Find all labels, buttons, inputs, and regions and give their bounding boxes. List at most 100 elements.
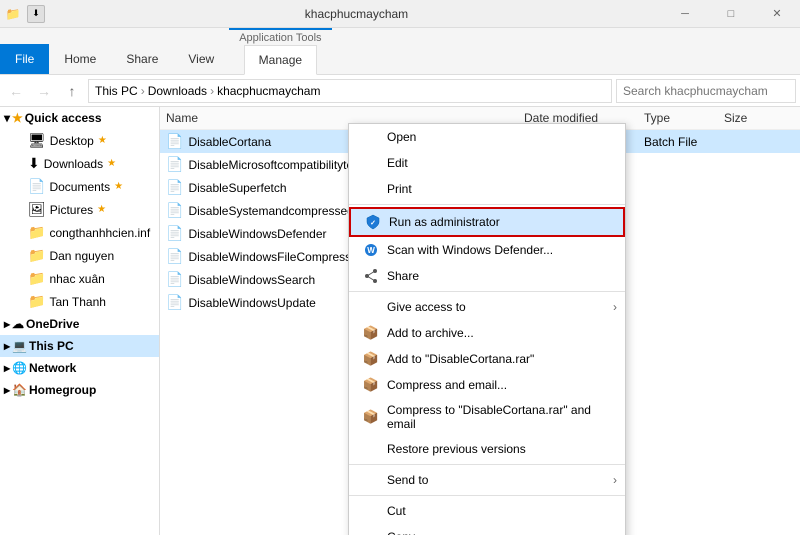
file-name: DisableSuperfetch bbox=[188, 181, 286, 195]
documents-folder-icon: 📄 bbox=[28, 178, 45, 195]
window-title: khacphucmaycham bbox=[51, 7, 662, 21]
quick-access-label: Quick access bbox=[25, 111, 102, 125]
cm-sep-3 bbox=[349, 464, 625, 465]
cm-compress-email[interactable]: 📦 Compress and email... bbox=[349, 372, 625, 398]
cm-share-label: Share bbox=[387, 269, 611, 283]
compress-icon: 📦 bbox=[363, 377, 379, 393]
defender-icon: W bbox=[363, 242, 379, 258]
homegroup-arrow: ▸ bbox=[4, 383, 10, 397]
cm-give-access[interactable]: Give access to › bbox=[349, 294, 625, 320]
sidebar-quick-access[interactable]: ▾ ★ Quick access bbox=[0, 107, 159, 129]
cm-restore-versions[interactable]: Restore previous versions bbox=[349, 436, 625, 462]
copy-icon bbox=[363, 529, 379, 535]
maximize-button[interactable]: □ bbox=[708, 0, 754, 28]
archive-icon: 📦 bbox=[363, 325, 379, 341]
sidebar-item-desktop[interactable]: 🖥 Desktop ★ bbox=[22, 129, 159, 152]
tab-share[interactable]: Share bbox=[111, 44, 173, 74]
print-icon bbox=[363, 181, 379, 197]
onedrive-arrow: ▸ bbox=[4, 317, 10, 331]
sidebar-item-documents[interactable]: 📄 Documents ★ bbox=[22, 175, 159, 198]
sidebar-item-tanthanh[interactable]: 📁 Tan Thanh bbox=[22, 290, 159, 313]
close-button[interactable]: ✕ bbox=[754, 0, 800, 28]
folder-app-icon: 📁 bbox=[6, 7, 20, 21]
cm-edit[interactable]: Edit bbox=[349, 150, 625, 176]
file-name: DisableCortana bbox=[188, 135, 271, 149]
pictures-star: ★ bbox=[97, 204, 106, 215]
tab-view[interactable]: View bbox=[173, 44, 229, 74]
file-type: Batch File bbox=[644, 135, 724, 149]
cm-run-as-admin[interactable]: ✓ Run as administrator bbox=[349, 207, 625, 237]
sidebar: ▾ ★ Quick access 🖥 Desktop ★ ⬇ Downloads… bbox=[0, 107, 160, 535]
cm-cut-label: Cut bbox=[387, 504, 611, 518]
file-icon: 📄 bbox=[166, 294, 183, 311]
cm-print[interactable]: Print bbox=[349, 176, 625, 202]
cm-compress-rar-email[interactable]: 📦 Compress to "DisableCortana.rar" and e… bbox=[349, 398, 625, 436]
sidebar-onedrive-label: OneDrive bbox=[26, 317, 79, 331]
search-input[interactable] bbox=[616, 79, 796, 103]
cm-send-to[interactable]: Send to › bbox=[349, 467, 625, 493]
file-icon: 📄 bbox=[166, 156, 183, 173]
cm-admin-label: Run as administrator bbox=[389, 215, 609, 229]
sidebar-dannguyen-label: Dan nguyen bbox=[49, 249, 114, 263]
cm-edit-label: Edit bbox=[387, 156, 611, 170]
file-name: DisableWindowsDefender bbox=[188, 227, 326, 241]
cm-copy[interactable]: Copy bbox=[349, 524, 625, 535]
cm-sep-2 bbox=[349, 291, 625, 292]
cm-cut[interactable]: Cut bbox=[349, 498, 625, 524]
sidebar-item-dannguyen[interactable]: 📁 Dan nguyen bbox=[22, 244, 159, 267]
sidebar-network-label: Network bbox=[29, 361, 76, 375]
sidebar-homegroup[interactable]: ▸ 🏠 Homegroup bbox=[0, 379, 159, 401]
send-to-arrow: › bbox=[613, 473, 617, 487]
file-icon: 📄 bbox=[166, 133, 183, 150]
file-name: DisableWindowsUpdate bbox=[188, 296, 315, 310]
cut-icon bbox=[363, 503, 379, 519]
sidebar-item-nhacxuan[interactable]: 📁 nhac xuân bbox=[22, 267, 159, 290]
cm-copy-label: Copy bbox=[387, 530, 611, 535]
main-area: ▾ ★ Quick access 🖥 Desktop ★ ⬇ Downloads… bbox=[0, 107, 800, 535]
tab-home[interactable]: Home bbox=[49, 44, 111, 74]
tab-file[interactable]: File bbox=[0, 44, 49, 74]
sidebar-item-downloads[interactable]: ⬇ Downloads ★ bbox=[22, 152, 159, 175]
col-type[interactable]: Type bbox=[644, 111, 724, 125]
back-button[interactable]: ← bbox=[4, 79, 28, 103]
sidebar-tanthanh-label: Tan Thanh bbox=[49, 295, 106, 309]
address-path[interactable]: This PC › Downloads › khacphucmaycham bbox=[88, 79, 612, 103]
give-access-arrow: › bbox=[613, 300, 617, 314]
sidebar-network[interactable]: ▸ 🌐 Network bbox=[0, 357, 159, 379]
cm-scan-defender[interactable]: W Scan with Windows Defender... bbox=[349, 237, 625, 263]
cm-send-to-label: Send to bbox=[387, 473, 611, 487]
cm-add-rar-label: Add to "DisableCortana.rar" bbox=[387, 352, 611, 366]
sidebar-thispc[interactable]: ▸ 💻 This PC bbox=[0, 335, 159, 357]
nhacxuan-folder-icon: 📁 bbox=[28, 270, 45, 287]
network-icon: 🌐 bbox=[12, 361, 27, 375]
sidebar-item-pictures[interactable]: 🖼 Pictures ★ bbox=[22, 198, 159, 221]
cm-add-archive[interactable]: 📦 Add to archive... bbox=[349, 320, 625, 346]
path-downloads: Downloads bbox=[148, 84, 207, 98]
file-icon: 📄 bbox=[166, 179, 183, 196]
path-folder: khacphucmaycham bbox=[217, 84, 320, 98]
sidebar-desktop-label: Desktop bbox=[50, 134, 94, 148]
ribbon: File Home Share View Application Tools M… bbox=[0, 28, 800, 75]
title-bar: 📁 ⬇ khacphucmaycham ─ □ ✕ bbox=[0, 0, 800, 28]
share-icon bbox=[363, 268, 379, 284]
tab-manage[interactable]: Manage bbox=[244, 45, 317, 75]
sidebar-onedrive[interactable]: ▸ ☁ OneDrive bbox=[0, 313, 159, 335]
sidebar-item-congthanh[interactable]: 📁 congthanhhcien.inf bbox=[22, 221, 159, 244]
dannguyen-folder-icon: 📁 bbox=[28, 247, 45, 264]
tanthanh-folder-icon: 📁 bbox=[28, 293, 45, 310]
forward-button[interactable]: → bbox=[32, 79, 56, 103]
col-size[interactable]: Size bbox=[724, 111, 794, 125]
cm-add-rar[interactable]: 📦 Add to "DisableCortana.rar" bbox=[349, 346, 625, 372]
cm-scan-label: Scan with Windows Defender... bbox=[387, 243, 611, 257]
qa-properties-btn[interactable]: ⬇ bbox=[27, 5, 45, 23]
up-button[interactable]: ↑ bbox=[60, 79, 84, 103]
network-arrow: ▸ bbox=[4, 361, 10, 375]
ribbon-tabs: File Home Share View bbox=[0, 44, 229, 74]
sidebar-quick-access-children: 🖥 Desktop ★ ⬇ Downloads ★ 📄 Documents ★ … bbox=[0, 129, 159, 313]
sidebar-pictures-label: Pictures bbox=[50, 203, 93, 217]
cm-add-archive-label: Add to archive... bbox=[387, 326, 611, 340]
title-bar-left: 📁 ⬇ bbox=[0, 5, 51, 23]
cm-share[interactable]: Share bbox=[349, 263, 625, 289]
cm-open[interactable]: Open bbox=[349, 124, 625, 150]
minimize-button[interactable]: ─ bbox=[662, 0, 708, 28]
